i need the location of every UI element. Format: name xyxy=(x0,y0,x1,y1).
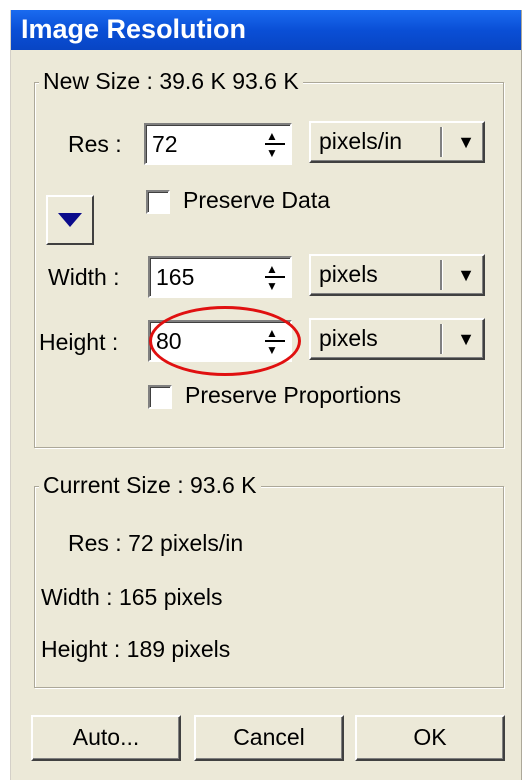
height-spinner-icon[interactable]: ▲ ▼ xyxy=(262,324,288,358)
width-input[interactable]: 165 ▲ ▼ xyxy=(148,256,292,298)
current-res-text: Res : 72 pixels/in xyxy=(68,530,244,556)
chevron-down-icon: ▼ xyxy=(457,265,475,285)
width-unit-value: pixels xyxy=(319,261,378,287)
height-value: 80 xyxy=(156,328,182,354)
dialog-title: Image Resolution xyxy=(21,14,247,44)
cancel-button[interactable]: Cancel xyxy=(194,715,344,761)
preserve-proportions-label: Preserve Proportions xyxy=(185,382,402,408)
res-unit-select[interactable]: pixels/in ▼ xyxy=(309,121,485,163)
triangle-down-icon xyxy=(58,213,82,227)
width-unit-select[interactable]: pixels ▼ xyxy=(309,254,485,296)
image-resolution-dialog: Image Resolution New Size : 39.6 K 93.6 … xyxy=(10,10,522,780)
collapse-toggle-button[interactable] xyxy=(46,195,94,245)
height-unit-select[interactable]: pixels ▼ xyxy=(309,318,485,360)
width-value: 165 xyxy=(156,264,195,290)
title-bar: Image Resolution xyxy=(11,10,521,50)
current-size-legend: Current Size : 93.6 K xyxy=(39,472,261,499)
width-spinner-icon[interactable]: ▲ ▼ xyxy=(262,260,288,294)
new-size-legend: New Size : 39.6 K 93.6 K xyxy=(39,68,303,95)
chevron-down-icon: ▼ xyxy=(457,132,475,152)
res-label: Res : xyxy=(68,131,122,157)
width-label: Width : xyxy=(48,264,120,290)
current-width-text: Width : 165 pixels xyxy=(41,584,223,610)
ok-button[interactable]: OK xyxy=(355,715,505,761)
height-label: Height : xyxy=(39,329,119,355)
res-input[interactable]: 72 ▲ ▼ xyxy=(144,123,292,165)
auto-button[interactable]: Auto... xyxy=(31,715,181,761)
height-unit-value: pixels xyxy=(319,325,378,351)
preserve-data-label: Preserve Data xyxy=(183,187,331,213)
preserve-proportions-checkbox[interactable] xyxy=(148,385,172,409)
res-value: 72 xyxy=(152,131,178,157)
preserve-data-checkbox[interactable] xyxy=(146,190,170,214)
res-unit-value: pixels/in xyxy=(319,128,403,154)
current-height-text: Height : 189 pixels xyxy=(41,636,231,662)
chevron-down-icon: ▼ xyxy=(457,329,475,349)
res-spinner-icon[interactable]: ▲ ▼ xyxy=(262,127,288,161)
height-input[interactable]: 80 ▲ ▼ xyxy=(148,320,292,362)
